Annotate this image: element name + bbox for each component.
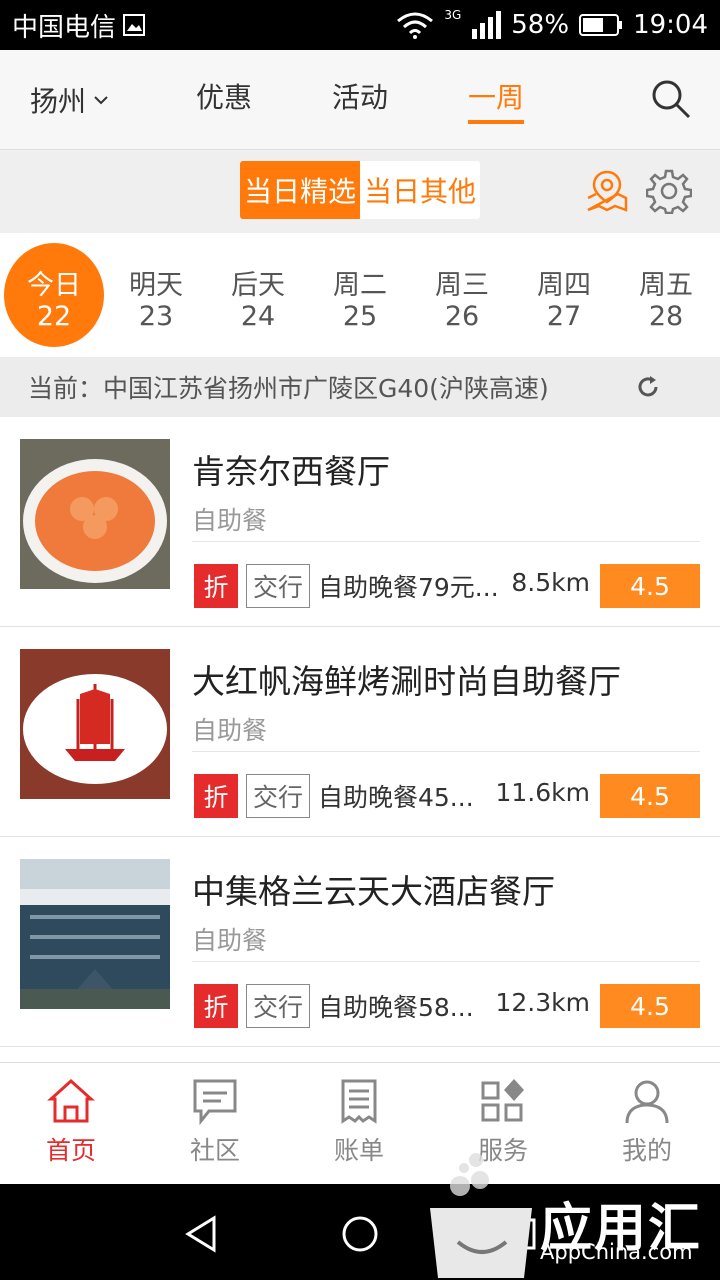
map-button[interactable] xyxy=(584,168,630,214)
distance: 12.3km xyxy=(495,988,591,1017)
date-weekday: 周五 xyxy=(639,270,693,301)
tab-discount[interactable]: 优惠 xyxy=(196,76,252,116)
date-item[interactable]: 周五 28 xyxy=(616,243,716,347)
date-today[interactable]: 今日 22 xyxy=(4,243,104,347)
date-weekday: 今日 xyxy=(27,270,81,301)
clock: 19:04 xyxy=(633,10,708,40)
carrier-info: 中国电信 xyxy=(12,7,146,44)
settings-button[interactable] xyxy=(645,168,693,215)
back-icon[interactable] xyxy=(182,1214,222,1254)
date-number: 25 xyxy=(342,301,378,332)
distance: 11.6km xyxy=(495,778,591,807)
promo-text: 自助晚餐58... xyxy=(318,993,474,1022)
restaurant-thumbnail xyxy=(20,859,170,1009)
home-icon xyxy=(47,1078,95,1123)
chat-icon xyxy=(193,1079,237,1125)
status-bar: 中国电信 3G 58% 19:04 xyxy=(0,0,720,50)
segment-other[interactable]: 当日其他 xyxy=(360,161,480,219)
date-weekday: 明天 xyxy=(129,270,183,301)
battery-percent: 58% xyxy=(511,10,570,40)
date-item[interactable]: 周二 25 xyxy=(310,243,410,347)
divider xyxy=(192,961,700,962)
date-weekday: 周二 xyxy=(333,270,387,301)
bill-icon xyxy=(341,1079,377,1124)
home-circle-icon[interactable] xyxy=(340,1214,380,1254)
discount-badge: 折 xyxy=(194,564,238,608)
nav-home[interactable]: 首页 xyxy=(16,1077,126,1177)
nav-label: 首页 xyxy=(45,1136,96,1165)
nav-label: 社区 xyxy=(189,1136,240,1165)
rating-badge: 4.5 xyxy=(600,984,700,1028)
discount-badge: 折 xyxy=(194,774,238,818)
list-item[interactable]: 中集格兰云天大酒店餐厅 自助餐 折 交行 自助晚餐58... 12.3km 4.… xyxy=(0,837,720,1047)
bank-badge: 交行 xyxy=(246,564,310,608)
gear-icon xyxy=(645,169,693,215)
network-type: 3G xyxy=(444,8,462,22)
current-location-bar: 当前：中国江苏省扬州市广陵区G40(沪陕高速) xyxy=(0,357,720,417)
bank-badge: 交行 xyxy=(246,774,310,818)
date-item[interactable]: 周四 27 xyxy=(514,243,614,347)
restaurant-category: 自助餐 xyxy=(192,926,268,955)
restaurant-category: 自助餐 xyxy=(192,716,268,745)
top-nav: 扬州 优惠 活动 一周 xyxy=(0,50,720,150)
grid-icon xyxy=(481,1079,524,1122)
divider xyxy=(192,541,700,542)
promo-text: 自助晚餐79元... xyxy=(318,573,499,602)
battery-icon xyxy=(579,13,623,37)
date-number: 24 xyxy=(240,301,276,332)
active-tab-indicator xyxy=(468,120,524,124)
watermark-subtitle: AppChina.com xyxy=(540,1240,693,1264)
restaurant-category: 自助餐 xyxy=(192,506,268,535)
date-weekday: 后天 xyxy=(231,270,285,301)
wifi-icon xyxy=(396,11,434,39)
city-name: 扬州 xyxy=(30,85,87,118)
day-segment-control: 当日精选 当日其他 xyxy=(240,161,480,219)
date-number: 27 xyxy=(546,301,582,332)
divider xyxy=(192,751,700,752)
date-number: 23 xyxy=(138,301,174,332)
tab-week[interactable]: 一周 xyxy=(468,76,524,116)
distance: 8.5km xyxy=(511,568,590,597)
date-item[interactable]: 周三 26 xyxy=(412,243,512,347)
date-number: 22 xyxy=(36,301,72,332)
nav-label: 账单 xyxy=(333,1136,384,1165)
carrier-name: 中国电信 xyxy=(12,12,117,43)
signal-icon xyxy=(471,11,502,39)
date-number: 26 xyxy=(444,301,480,332)
restaurant-list: 肯奈尔西餐厅 自助餐 折 交行 自助晚餐79元... 8.5km 4.5 大红帆… xyxy=(0,417,720,1062)
restaurant-thumbnail xyxy=(20,649,170,799)
discount-badge: 折 xyxy=(194,984,238,1028)
segment-selected[interactable]: 当日精选 xyxy=(240,161,360,219)
rating-badge: 4.5 xyxy=(600,774,700,818)
map-pin-icon xyxy=(587,170,628,212)
search-icon xyxy=(652,80,691,119)
city-selector[interactable]: 扬州 xyxy=(30,80,108,120)
date-item[interactable]: 后天 24 xyxy=(208,243,308,347)
date-selector: 今日 22 明天 23 后天 24 周二 25 周三 26 周四 27 周五 2… xyxy=(0,233,720,357)
nav-bill[interactable]: 账单 xyxy=(304,1077,414,1177)
date-weekday: 周四 xyxy=(537,270,591,301)
current-location-text: 当前：中国江苏省扬州市广陵区G40(沪陕高速) xyxy=(28,374,549,403)
screenshot-icon xyxy=(122,13,146,37)
bank-badge: 交行 xyxy=(246,984,310,1028)
restaurant-name: 中集格兰云天大酒店餐厅 xyxy=(192,872,555,911)
refresh-icon[interactable] xyxy=(636,375,660,399)
date-item[interactable]: 明天 23 xyxy=(106,243,206,347)
restaurant-name: 大红帆海鲜烤涮时尚自助餐厅 xyxy=(192,662,621,701)
nav-community[interactable]: 社区 xyxy=(160,1077,270,1177)
restaurant-name: 肯奈尔西餐厅 xyxy=(192,452,390,491)
list-item[interactable]: 肯奈尔西餐厅 自助餐 折 交行 自助晚餐79元... 8.5km 4.5 xyxy=(0,417,720,627)
list-item[interactable]: 大红帆海鲜烤涮时尚自助餐厅 自助餐 折 交行 自助晚餐45... 11.6km … xyxy=(0,627,720,837)
tab-activity[interactable]: 活动 xyxy=(332,76,388,116)
promo-text: 自助晚餐45... xyxy=(318,783,474,812)
search-button[interactable] xyxy=(650,78,692,120)
restaurant-thumbnail xyxy=(20,439,170,589)
chevron-down-icon xyxy=(94,96,108,105)
date-number: 28 xyxy=(648,301,684,332)
date-weekday: 周三 xyxy=(435,270,489,301)
rating-badge: 4.5 xyxy=(600,564,700,608)
user-icon xyxy=(625,1080,669,1124)
